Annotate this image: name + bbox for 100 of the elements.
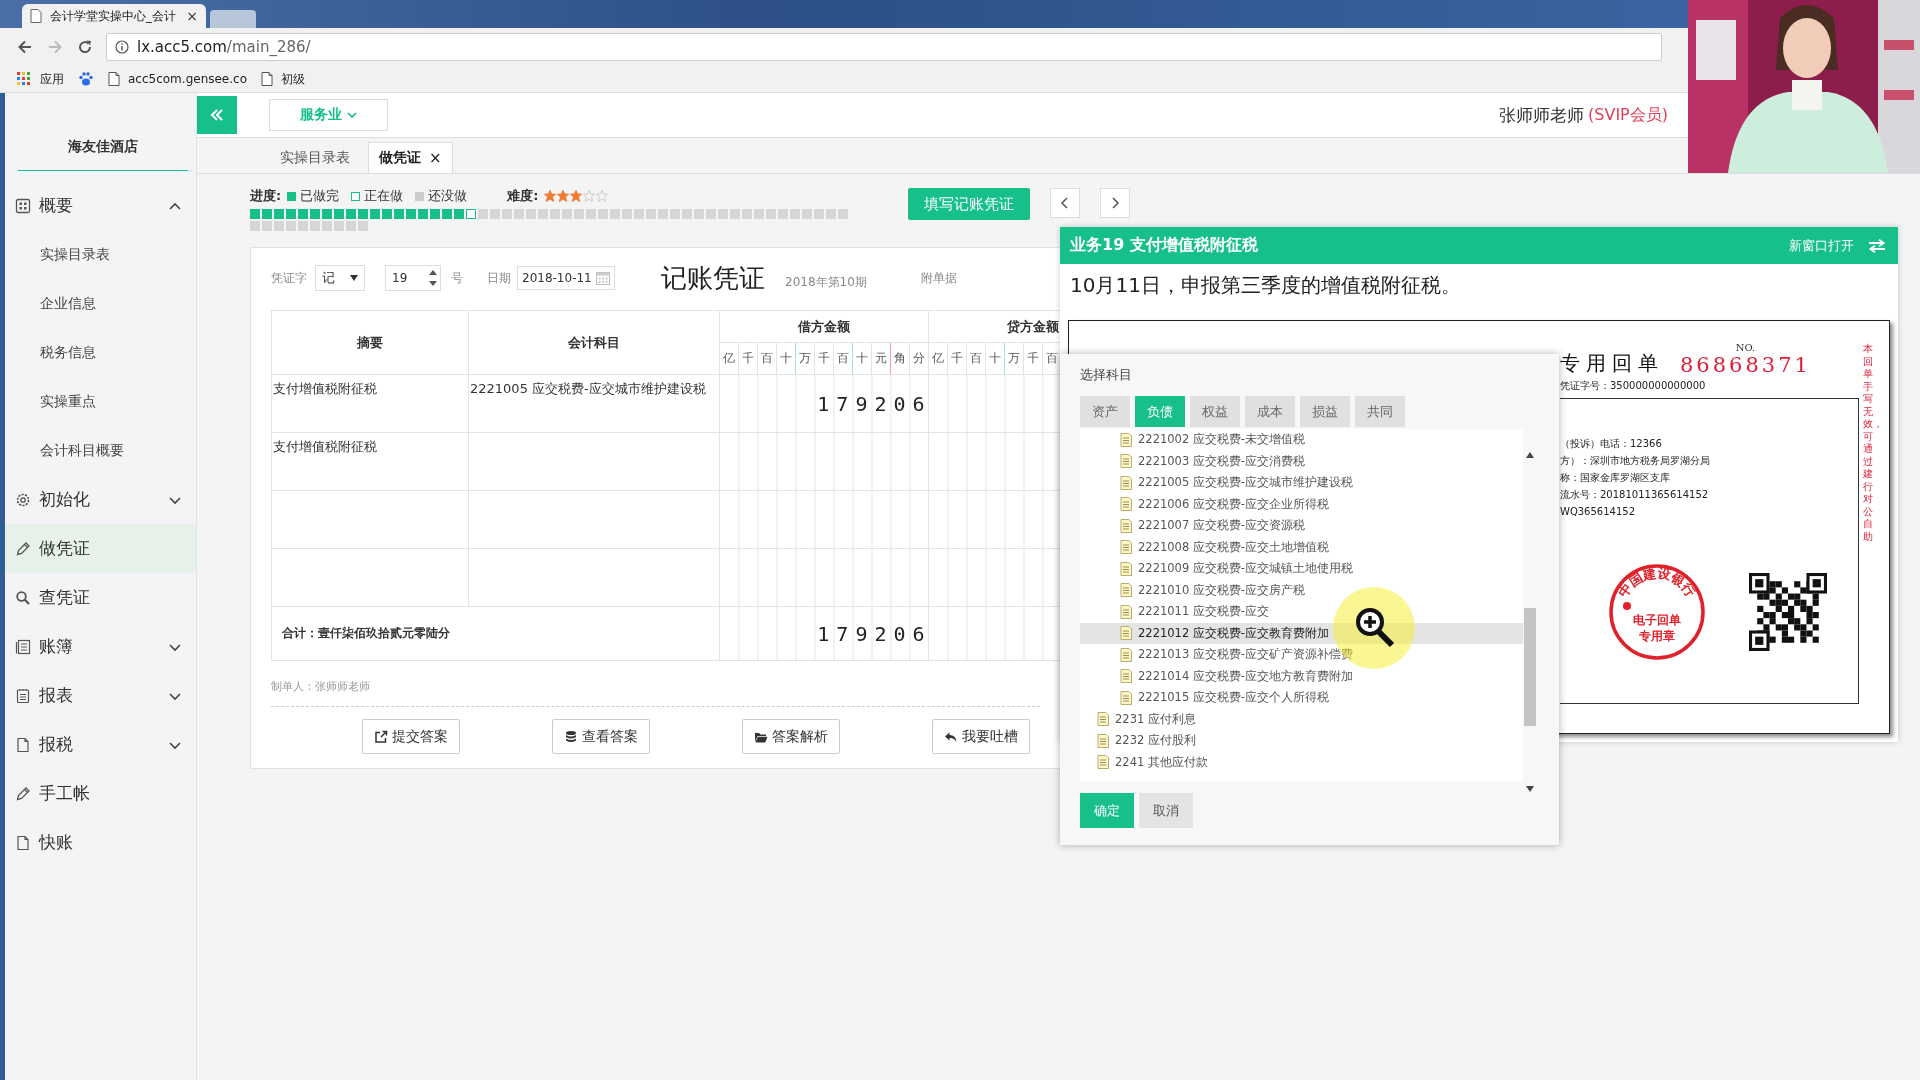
category-tab[interactable]: 资产 xyxy=(1080,396,1130,427)
receipt-number: 86868371 xyxy=(1680,353,1811,377)
sidebar-item[interactable]: 快账 xyxy=(5,818,196,867)
action-button[interactable]: 查看答案 xyxy=(552,719,650,754)
sidebar-item[interactable]: 初始化 xyxy=(5,475,196,524)
legend-swatch xyxy=(287,191,297,201)
sidebar-item[interactable]: 查凭证 xyxy=(5,573,196,622)
receipt-line: 方）：深圳市地方税务局罗湖分局 xyxy=(1560,454,1711,468)
category-tab[interactable]: 成本 xyxy=(1245,396,1295,427)
subject-item[interactable]: 2232 应付股利 xyxy=(1080,730,1523,752)
subject-item[interactable]: 2221015 应交税费-应交个人所得税 xyxy=(1080,687,1523,709)
number-label: NO. xyxy=(1735,342,1756,353)
close-button[interactable]: × xyxy=(186,8,198,24)
bookmark-link[interactable]: 应用 xyxy=(40,70,64,88)
bookmark-link[interactable]: 初级 xyxy=(281,70,305,88)
document-icon xyxy=(1120,454,1132,469)
digit-header: 百 xyxy=(757,342,777,375)
action-button[interactable]: 我要吐槽 xyxy=(932,719,1030,754)
subject-item[interactable]: 2221007 应交税费-应交资源税 xyxy=(1080,515,1523,537)
sidebar-subitem[interactable]: 实操目录表 xyxy=(5,230,196,279)
cancel-button[interactable]: 取消 xyxy=(1139,793,1193,828)
field-label: 凭证字 xyxy=(271,269,307,287)
category-tab[interactable]: 权益 xyxy=(1190,396,1240,427)
sidebar-item[interactable]: 做凭证 xyxy=(5,524,196,573)
date-field[interactable]: 2018-10-11 xyxy=(517,266,615,290)
address-bar[interactable]: lx.acc5.com/main_286/ xyxy=(106,33,1662,61)
back-icon[interactable] xyxy=(16,38,34,56)
star-icon xyxy=(596,190,609,202)
sidebar-subitem[interactable]: 税务信息 xyxy=(5,328,196,377)
subject-item[interactable]: 2221014 应交税费-应交地方教育费附加 xyxy=(1080,665,1523,687)
table-cell[interactable]: 2221005 应交税费-应交城市维护建设税 xyxy=(468,374,720,433)
forward-icon[interactable] xyxy=(46,38,64,56)
maker-label: 制单人：张师师老师 xyxy=(271,679,371,694)
digit-header: 亿 xyxy=(928,342,948,375)
pencil-icon xyxy=(15,785,31,802)
close-button[interactable]: × xyxy=(429,149,442,167)
number-field[interactable]: 19 xyxy=(385,265,441,291)
page-tab[interactable]: 做凭证 × xyxy=(368,142,453,173)
sidebar-subitem[interactable]: 企业信息 xyxy=(5,279,196,328)
digit-header: 百 xyxy=(833,342,853,375)
external-link-icon xyxy=(374,729,388,744)
previous-button[interactable] xyxy=(1050,188,1080,218)
subject-item[interactable]: 2221003 应交税费-应交消费税 xyxy=(1080,450,1523,472)
digit-header: 千 xyxy=(814,342,834,375)
subject-item[interactable]: 2221011 应交税费-应交 xyxy=(1080,601,1523,623)
total-label: 合计：壹仟柒佰玖拾贰元零陆分 xyxy=(271,606,720,661)
settings-icon xyxy=(15,491,31,508)
digit-header: 百 xyxy=(966,342,986,375)
subject-item[interactable]: 2221005 应交税费-应交城市维护建设税 xyxy=(1080,472,1523,494)
sidebar-subitem[interactable]: 实操重点 xyxy=(5,377,196,426)
star-icon xyxy=(544,190,557,202)
ledger-icon xyxy=(15,638,31,655)
scrollbar-thumb[interactable] xyxy=(1524,608,1536,726)
subject-item[interactable]: 2221010 应交税费-应交房产税 xyxy=(1080,579,1523,601)
scroll-up-icon xyxy=(1526,452,1534,458)
sidebar-item[interactable]: 报税 xyxy=(5,720,196,769)
file-icon xyxy=(15,736,31,753)
new-tab-button[interactable] xyxy=(210,10,256,28)
subject-item[interactable]: 2241 其他应付款 xyxy=(1080,751,1523,773)
period-label: 2018年第10期 xyxy=(785,273,867,291)
reload-icon[interactable] xyxy=(76,38,94,56)
category-tab[interactable]: 共同 xyxy=(1355,396,1405,427)
action-button[interactable]: 提交答案 xyxy=(362,719,460,754)
voucher-word-select[interactable]: 记 xyxy=(315,265,365,291)
user-name: 张师师老师 xyxy=(1499,103,1585,127)
receipt-line: 流水号：20181011365614152 xyxy=(1560,488,1710,502)
document-icon xyxy=(1097,733,1109,748)
document-icon xyxy=(1120,540,1132,555)
subject-item[interactable]: 2221009 应交税费-应交城镇土地使用税 xyxy=(1080,558,1523,580)
bookmark-link[interactable]: acc5com.gensee.co xyxy=(128,72,247,86)
search-icon xyxy=(15,589,31,606)
page-icon xyxy=(108,72,120,86)
sidebar-item[interactable]: 手工帐 xyxy=(5,769,196,818)
collapse-button[interactable] xyxy=(197,96,237,134)
browser-tab[interactable]: 会计学堂实操中心_会计 × xyxy=(22,4,206,28)
next-button[interactable] xyxy=(1100,188,1130,218)
digit-header: 角 xyxy=(890,342,910,375)
subject-item[interactable]: 2221012 应交税费-应交教育费附加 xyxy=(1080,622,1523,644)
subject-item[interactable]: 2231 应付利息 xyxy=(1080,708,1523,730)
subject-item[interactable]: 2221013 应交税费-应交矿产资源补偿费 xyxy=(1080,644,1523,666)
column-header: 借方金额 xyxy=(719,310,929,343)
page-tab[interactable]: 实操目录表 xyxy=(270,143,360,173)
table-cell[interactable]: 支付增值税附征税 xyxy=(271,374,469,433)
sidebar-subitem[interactable]: 会计科目概要 xyxy=(5,426,196,475)
subject-item[interactable]: 2221002 应交税费-未交增值税 xyxy=(1080,429,1523,451)
document-icon xyxy=(1120,497,1132,512)
sidebar-item[interactable]: 账簿 xyxy=(5,622,196,671)
difficulty-label: 难度: xyxy=(507,187,539,205)
subject-item[interactable]: 2221006 应交税费-应交企业所得税 xyxy=(1080,493,1523,515)
digit-header: 十 xyxy=(985,342,1005,375)
receipt-line: WQ365614152 xyxy=(1560,505,1637,519)
document-icon xyxy=(1097,755,1109,770)
sidebar-item[interactable]: 概要 xyxy=(5,181,196,230)
sidebar-item[interactable]: 报表 xyxy=(5,671,196,720)
action-button[interactable]: 答案解析 xyxy=(742,719,840,754)
category-tab[interactable]: 损益 xyxy=(1300,396,1350,427)
subject-item[interactable]: 2221008 应交税费-应交土地增值税 xyxy=(1080,536,1523,558)
legend-label: 还没做 xyxy=(428,187,468,205)
double-chevron-icon xyxy=(210,108,224,122)
table-cell[interactable]: 支付增值税附征税 xyxy=(271,432,469,491)
